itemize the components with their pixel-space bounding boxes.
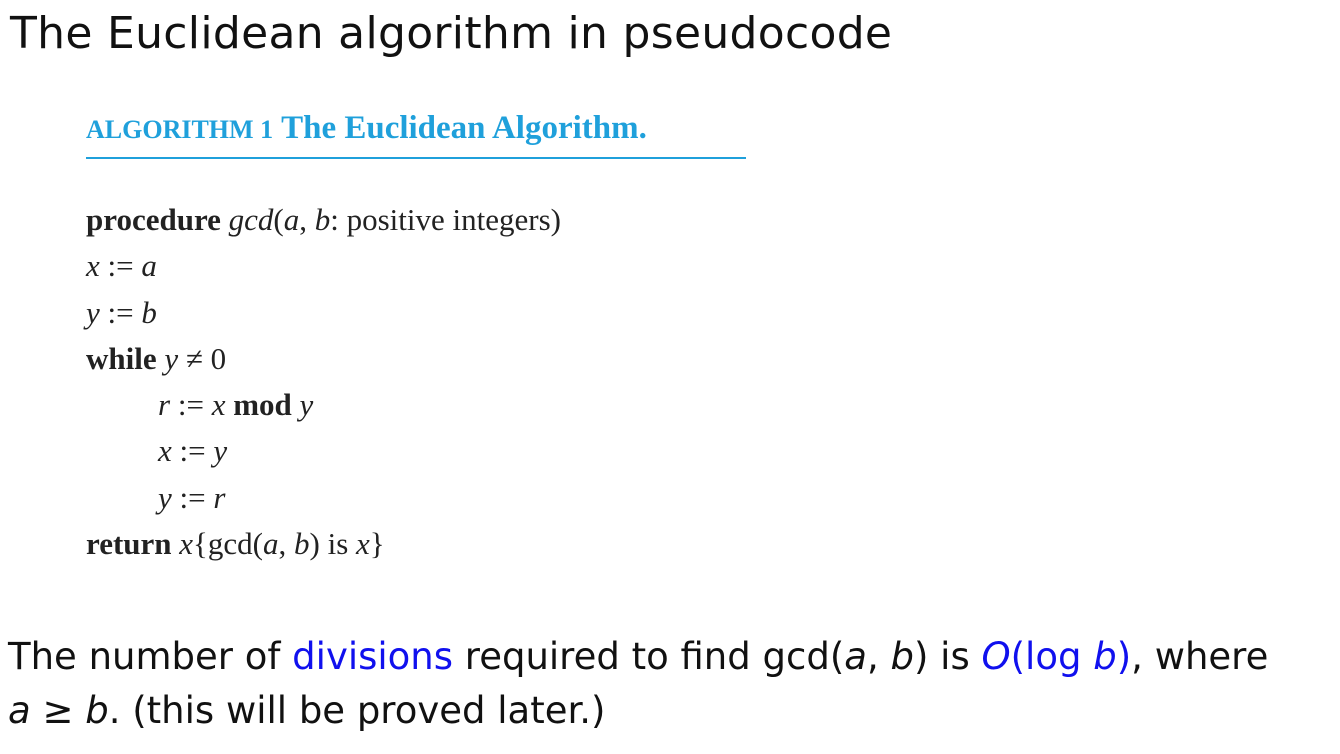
- code-token: ,: [299, 202, 315, 237]
- code-line-y-gets-r: y := r: [86, 475, 746, 521]
- algorithm-label: ALGORITHM 1: [86, 115, 274, 144]
- code-line-procedure: procedure gcd(a, b: positive integers): [86, 197, 746, 243]
- code-token: :=: [99, 294, 142, 330]
- keyword-procedure: procedure: [86, 202, 221, 237]
- note-text: , where: [1131, 635, 1269, 678]
- math-var: a: [844, 635, 867, 678]
- code-token: x: [86, 248, 100, 284]
- code-token: b: [141, 294, 157, 330]
- code-token: a: [263, 526, 279, 562]
- code-token: y: [86, 294, 100, 330]
- code-token: y: [299, 387, 314, 423]
- algorithm-box: ALGORITHM 1 The Euclidean Algorithm. proc…: [86, 110, 746, 567]
- algorithm-name: The Euclidean Algorithm.: [281, 110, 647, 146]
- code-token: x: [211, 387, 226, 423]
- code-token: :=: [171, 479, 214, 515]
- code-token: 0: [210, 340, 227, 376]
- note-text: required to find gcd(: [453, 635, 845, 678]
- code-token: r: [158, 387, 171, 423]
- slide-title: The Euclidean algorithm in pseudocode: [10, 8, 893, 59]
- keyword-return: return: [86, 526, 172, 562]
- math-var: b: [890, 635, 914, 678]
- function-name: gcd: [228, 202, 274, 237]
- code-token: ≠: [178, 340, 211, 376]
- code-line-assign-x: x := a: [86, 243, 746, 289]
- code-token: }: [369, 526, 385, 562]
- complexity-note: The number of divisions required to find…: [8, 630, 1338, 738]
- math-var: a: [8, 689, 31, 732]
- code-line-while: while y ≠ 0: [86, 336, 746, 382]
- big-o-expression: O(log b): [981, 635, 1132, 678]
- keyword-mod: mod: [233, 387, 292, 423]
- code-token: : positive integers): [330, 202, 561, 237]
- code-line-x-gets-y: x := y: [86, 428, 746, 474]
- divisions-link: divisions: [292, 635, 454, 678]
- code-token: :=: [170, 387, 212, 423]
- math-var: b: [85, 689, 109, 732]
- algorithm-header: ALGORITHM 1 The Euclidean Algorithm.: [86, 110, 746, 159]
- code-token: b: [294, 526, 310, 562]
- code-line-mod: r := x mod y: [86, 382, 746, 428]
- keyword-while: while: [86, 340, 157, 376]
- code-token: (: [273, 202, 284, 237]
- code-token: y: [158, 479, 172, 515]
- math-var: b: [1093, 635, 1117, 678]
- code-token: a: [283, 202, 300, 237]
- big-o-close: ): [1116, 635, 1132, 678]
- code-token: y: [164, 340, 179, 376]
- code-token: r: [213, 479, 226, 515]
- code-token: ,: [278, 526, 295, 562]
- big-o-open: (log: [1010, 635, 1094, 678]
- note-text: ,: [866, 635, 891, 678]
- pseudocode-block: procedure gcd(a, b: positive integers) x…: [86, 197, 746, 567]
- code-token: :=: [99, 248, 142, 284]
- code-token: x: [158, 433, 172, 469]
- code-token: b: [314, 202, 331, 237]
- code-token: a: [141, 248, 157, 284]
- code-token: x: [356, 526, 370, 562]
- code-token: :=: [171, 433, 214, 469]
- code-line-assign-y: y := b: [86, 290, 746, 336]
- code-token: ) is: [309, 526, 357, 562]
- note-text: . (this will be proved later.): [108, 689, 606, 732]
- code-token: y: [213, 433, 228, 469]
- math-operator: ≥: [30, 689, 86, 732]
- code-token: x: [179, 526, 194, 562]
- note-text: The number of: [8, 635, 293, 678]
- code-token: {gcd(: [193, 526, 264, 562]
- code-line-return: return x{gcd(a, b) is x}: [86, 521, 746, 567]
- note-text: ) is: [913, 635, 982, 678]
